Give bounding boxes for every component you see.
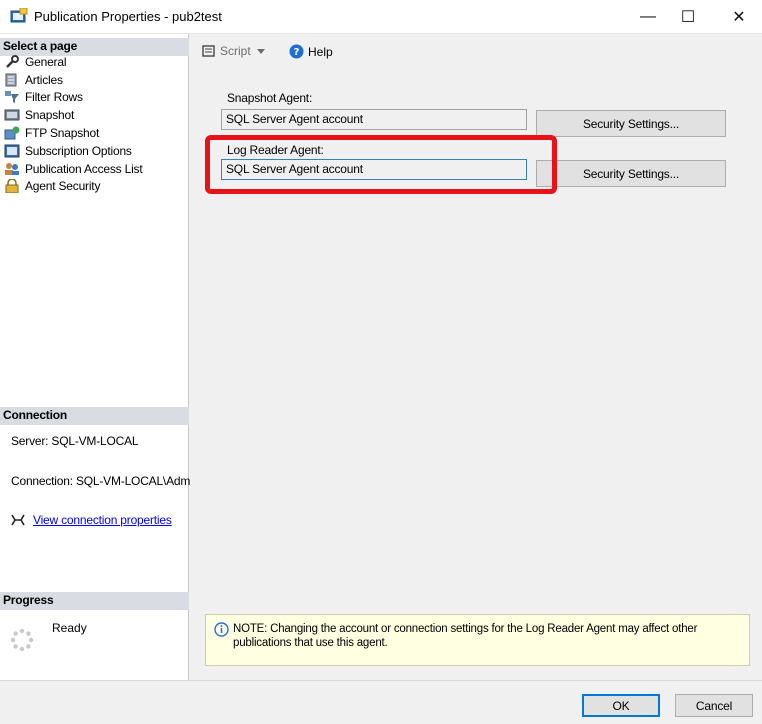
title-bar: Publication Properties - pub2test — ☐ ✕	[0, 0, 762, 34]
toolbar: Script ? Help	[190, 34, 762, 68]
minimize-icon: —	[640, 8, 656, 25]
script-button[interactable]: Script	[202, 44, 265, 58]
highlight-box	[205, 135, 557, 194]
page-item-snapshot[interactable]: Snapshot	[4, 106, 142, 124]
page-item-label: Articles	[25, 72, 63, 87]
cancel-button[interactable]: Cancel	[675, 694, 753, 717]
help-icon: ?	[289, 44, 304, 59]
maximize-icon: ☐	[680, 9, 696, 26]
snapshot-icon	[4, 109, 20, 121]
window-title: Publication Properties - pub2test	[34, 9, 222, 24]
close-icon: ✕	[732, 9, 746, 26]
script-icon	[202, 45, 215, 57]
articles-icon	[5, 73, 17, 87]
info-icon	[214, 622, 229, 637]
connection-icon	[11, 514, 25, 526]
filter-icon	[5, 91, 19, 104]
page-item-subscription-options[interactable]: Subscription Options	[4, 142, 142, 160]
users-icon	[5, 162, 19, 175]
progress-status: Ready	[52, 621, 87, 635]
progress-spinner-icon	[10, 628, 34, 652]
page-item-agent-security[interactable]: Agent Security	[4, 178, 142, 196]
lock-icon	[5, 179, 19, 194]
page-item-ftp-snapshot[interactable]: FTP Snapshot	[4, 124, 142, 142]
page-item-general[interactable]: General	[4, 53, 142, 71]
page-item-label: Agent Security	[25, 179, 101, 194]
page-item-articles[interactable]: Articles	[4, 71, 142, 89]
page-item-label: General	[25, 54, 67, 69]
log-reader-security-settings-button[interactable]: Security Settings...	[536, 160, 726, 187]
page-item-label: FTP Snapshot	[25, 126, 100, 141]
dropdown-arrow-icon[interactable]	[256, 48, 265, 54]
dialog-footer: OK Cancel	[0, 680, 762, 724]
page-list: General Articles Filter Rows Snapshot FT…	[4, 53, 143, 196]
note-panel: NOTE: Changing the account or connection…	[205, 614, 750, 666]
connection-header: Connection	[0, 407, 189, 425]
close-button[interactable]: ✕	[716, 0, 762, 34]
script-label: Script	[220, 44, 251, 58]
view-connection-properties: View connection properties	[11, 513, 172, 527]
connection-info: Connection: SQL-VM-LOCAL\Adm	[11, 474, 191, 488]
snapshot-agent-field[interactable]: SQL Server Agent account	[221, 109, 527, 130]
wrench-icon	[6, 54, 19, 68]
view-connection-properties-link[interactable]: View connection properties	[33, 513, 172, 527]
page-item-label: Filter Rows	[25, 90, 83, 105]
ok-button[interactable]: OK	[582, 694, 660, 717]
progress-header: Progress	[0, 592, 189, 610]
page-item-label: Publication Access List	[25, 161, 143, 176]
note-line-1: NOTE: Changing the account or connection…	[233, 623, 698, 635]
page-item-label: Snapshot	[25, 108, 75, 123]
snapshot-agent-label: Snapshot Agent:	[227, 91, 313, 105]
snapshot-security-settings-button[interactable]: Security Settings...	[536, 110, 726, 137]
note-text: NOTE: Changing the account or connection…	[233, 622, 743, 650]
maximize-button[interactable]: ☐	[665, 0, 711, 34]
page-item-publication-access-list[interactable]: Publication Access List	[4, 160, 143, 178]
server-info: Server: SQL-VM-LOCAL	[11, 434, 139, 448]
page-item-label: Subscription Options	[25, 143, 132, 158]
page-item-filter-rows[interactable]: Filter Rows	[4, 89, 142, 107]
subscription-icon	[4, 144, 20, 158]
help-button[interactable]: ? Help	[289, 44, 333, 59]
note-line-2: publications that use this agent.	[233, 637, 388, 649]
left-pane: Select a page General Articles Filter Ro…	[0, 34, 191, 680]
publication-icon	[10, 8, 28, 23]
ftp-snapshot-icon	[4, 126, 20, 140]
help-label: Help	[308, 44, 333, 59]
svg-text:?: ?	[294, 47, 300, 58]
